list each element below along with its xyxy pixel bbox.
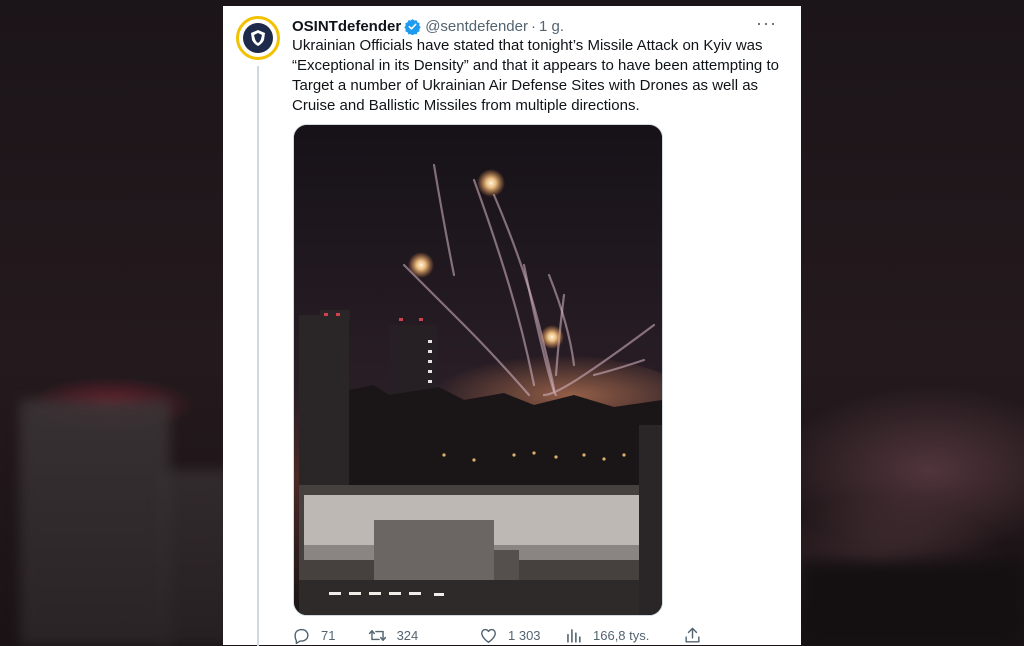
background-building: [160, 470, 230, 645]
tweet-actions: 71 324 1 303 166,8 tys.: [292, 625, 712, 645]
background-building: [20, 400, 170, 645]
reply-count: 71: [321, 627, 336, 643]
shield-icon: [251, 30, 265, 46]
like-icon: [481, 628, 496, 643]
like-button[interactable]: 1 303: [479, 626, 564, 645]
tweet-header: OSINTdefender @sentdefender · 1 g.: [292, 15, 783, 37]
reply-icon: [294, 628, 309, 644]
views-button[interactable]: 166,8 tys.: [564, 626, 683, 645]
tweet-media-video[interactable]: [293, 124, 663, 616]
like-count: 1 303: [508, 627, 541, 643]
more-icon[interactable]: ···: [756, 14, 777, 32]
author-handle[interactable]: @sentdefender: [425, 18, 528, 35]
tweet-card[interactable]: OSINTdefender @sentdefender · 1 g. ··· U…: [223, 6, 801, 646]
retweet-button[interactable]: 324: [368, 626, 479, 645]
retweet-count: 324: [396, 627, 419, 643]
avatar-logo: [243, 23, 273, 53]
reply-button[interactable]: 71: [292, 626, 368, 645]
thread-line: [257, 66, 259, 646]
author-name[interactable]: OSINTdefender: [292, 18, 401, 35]
verified-badge-icon: [404, 18, 421, 35]
retweet-icon: [368, 629, 386, 641]
background-shadow: [800, 560, 1024, 645]
tweet-text: Ukrainian Officials have stated that ton…: [292, 37, 779, 114]
tweet-timestamp[interactable]: 1 g.: [539, 18, 564, 35]
share-button[interactable]: [683, 626, 712, 645]
separator-dot: ·: [530, 17, 536, 35]
share-icon: [685, 627, 700, 643]
avatar[interactable]: [236, 16, 280, 60]
night-sky-missile-image: [294, 125, 662, 615]
views-count: 166,8 tys.: [593, 627, 650, 643]
views-icon: [567, 628, 581, 643]
